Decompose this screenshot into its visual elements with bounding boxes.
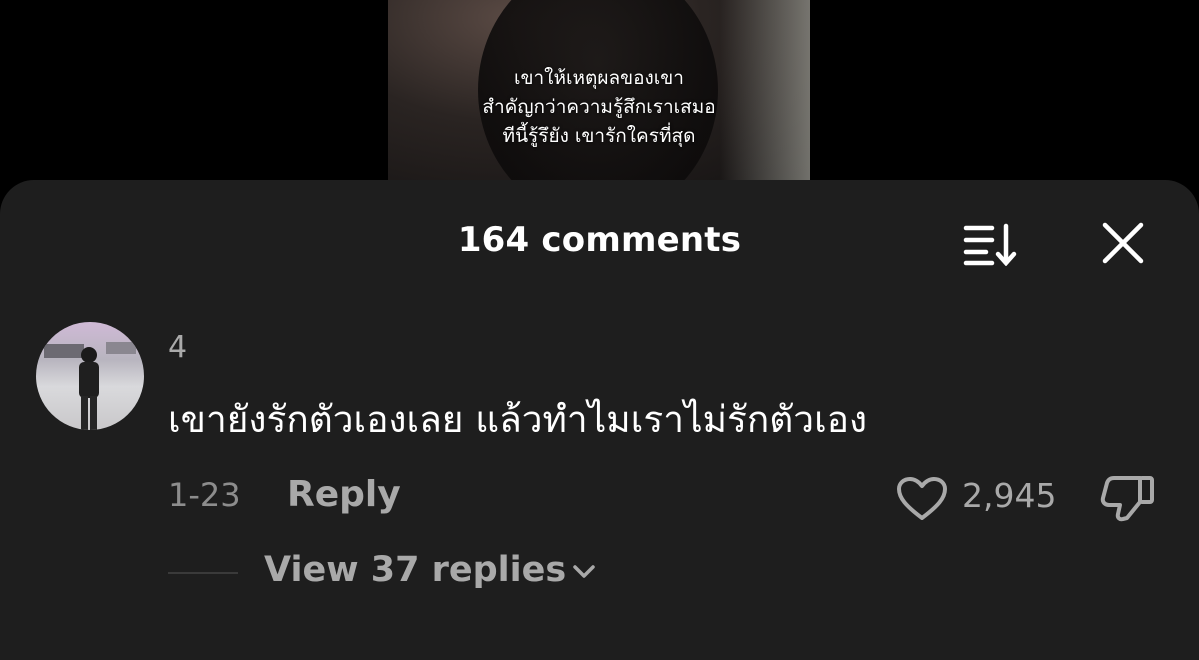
- video-caption: เขาให้เหตุผลของเขา สำคัญกว่าความรู้สึกเร…: [388, 64, 810, 151]
- chevron-down-icon: [573, 565, 595, 578]
- view-replies-button[interactable]: View 37 replies: [264, 550, 596, 590]
- comment-username[interactable]: 4: [168, 330, 187, 365]
- close-icon[interactable]: [1100, 220, 1146, 266]
- avatar[interactable]: [36, 322, 144, 430]
- avatar-person-figure: [79, 347, 99, 430]
- replies-divider: [168, 572, 238, 574]
- heart-icon[interactable]: [896, 476, 948, 522]
- comment-text: เขายังรักตัวเองเลย แล้วทำไมเราไม่รักตัวเ…: [168, 398, 868, 441]
- video-preview[interactable]: เขาให้เหตุผลของเขา สำคัญกว่าความรู้สึกเร…: [388, 0, 810, 182]
- caption-line-2: สำคัญกว่าความรู้สึกเราเสมอ: [482, 96, 716, 118]
- sort-icon[interactable]: [962, 222, 1020, 266]
- dislike-icon[interactable]: [1100, 474, 1156, 522]
- caption-line-3: ทีนี้รู้รึยัง เขารักใครที่สุด: [502, 125, 696, 147]
- comments-sheet: 164 comments 4 เขายังรักตัวเองเลย แล้วทำ…: [0, 180, 1199, 660]
- like-count: 2,945: [962, 476, 1057, 515]
- caption-line-1: เขาให้เหตุผลของเขา: [514, 67, 684, 89]
- avatar-background-building: [106, 342, 136, 354]
- view-replies-label: View 37 replies: [264, 550, 567, 590]
- comment-date: 1-23: [168, 476, 241, 514]
- reply-button[interactable]: Reply: [287, 474, 401, 515]
